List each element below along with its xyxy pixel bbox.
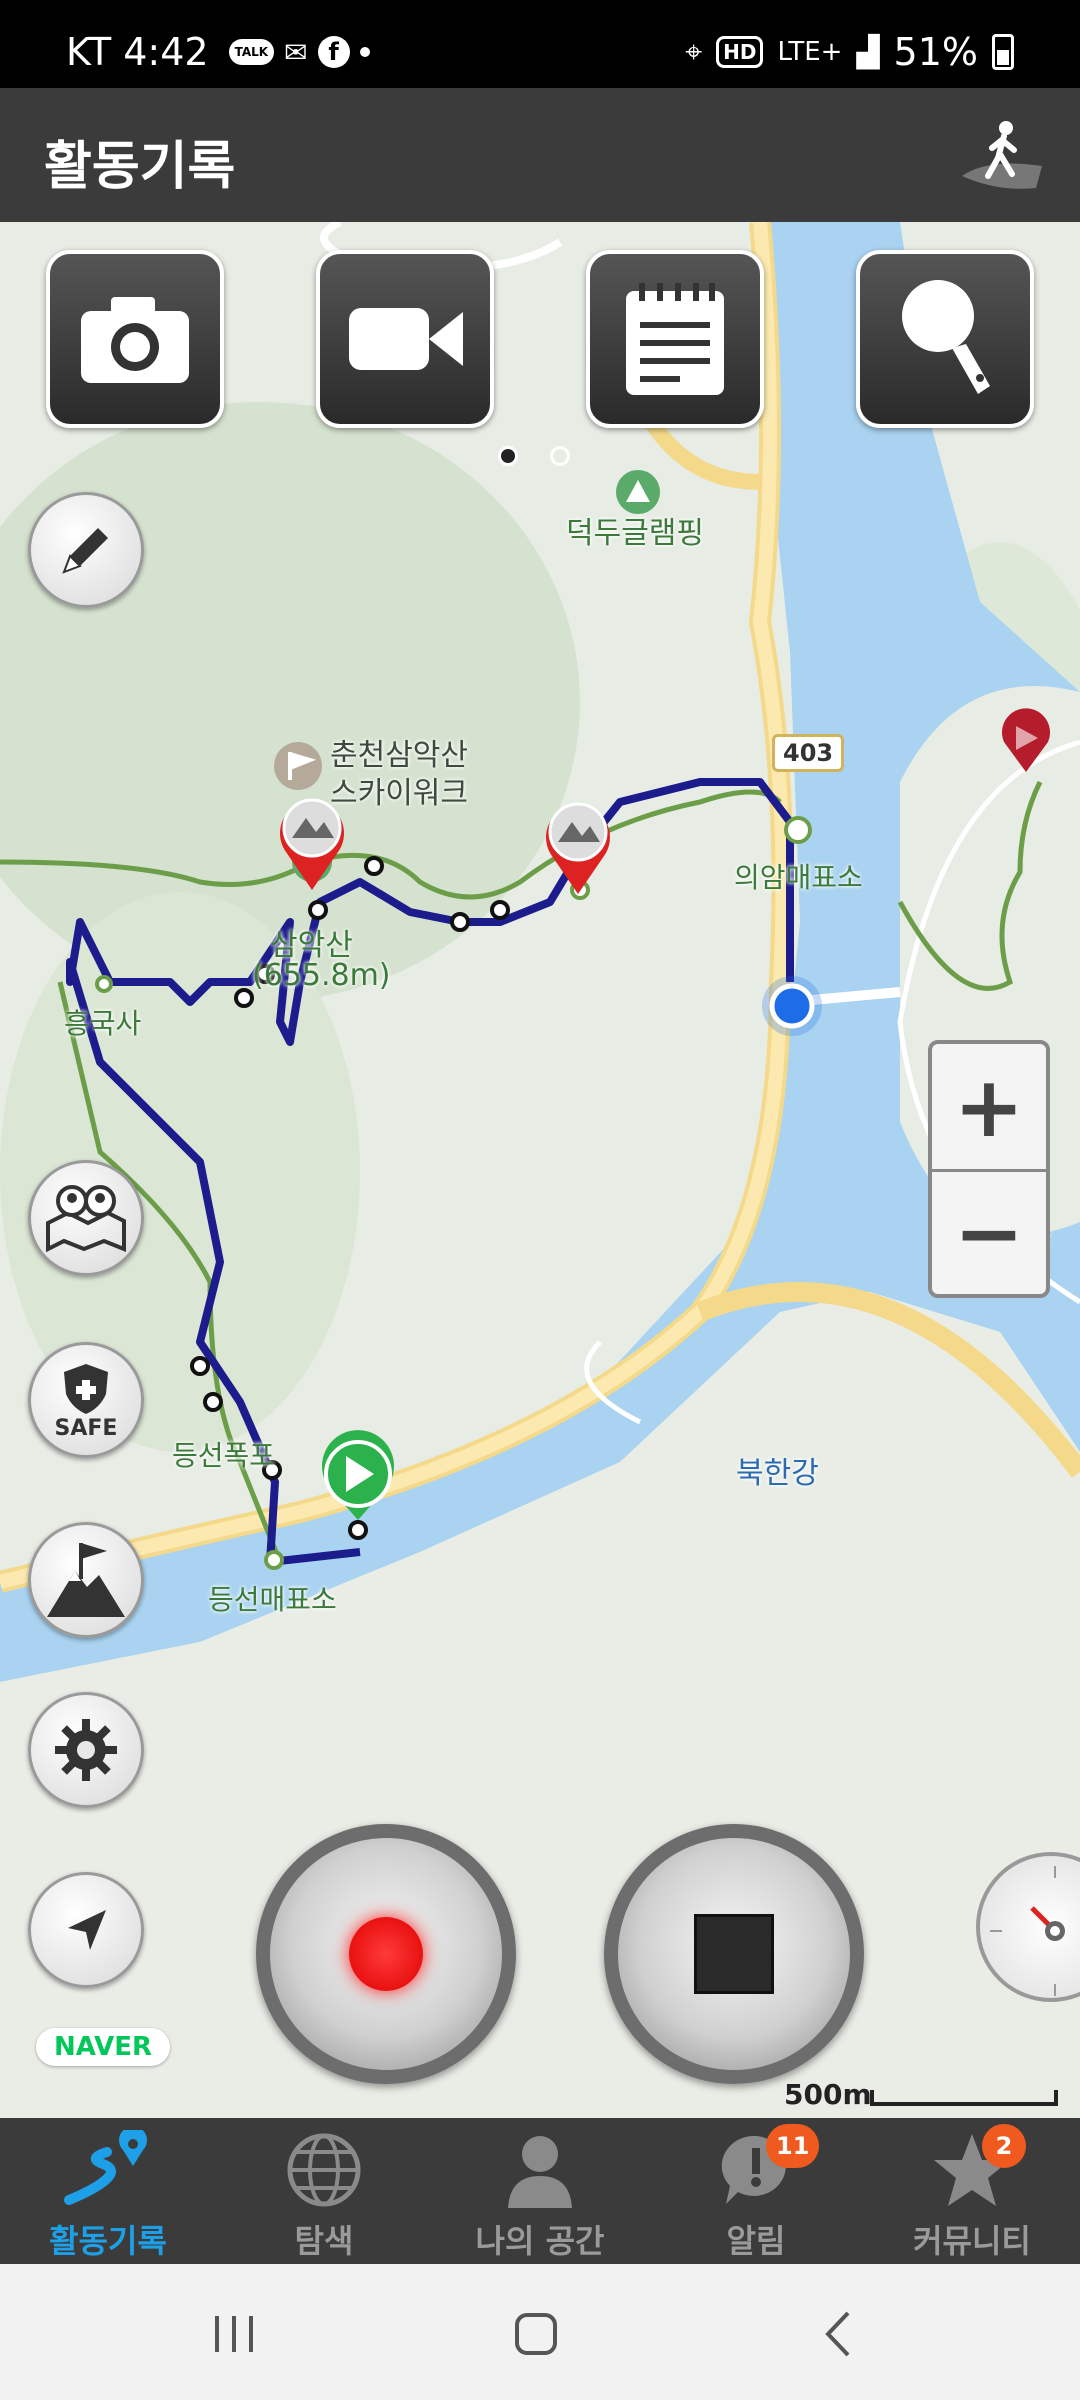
app-header: 활동기록: [0, 88, 1080, 222]
safe-button[interactable]: SAFE: [28, 1342, 144, 1458]
battery-percent: 51%: [893, 30, 978, 74]
label-river: 북한강: [736, 1456, 819, 1491]
edit-button[interactable]: [28, 492, 144, 608]
system-navigation-bar: [0, 2264, 1080, 2400]
microphone-icon: [902, 280, 990, 394]
home-button[interactable]: [506, 2304, 566, 2364]
label-waterfall: 등선폭포: [172, 1439, 276, 1472]
tab-community[interactable]: 2 커뮤니티: [864, 2118, 1080, 2264]
stop-square-icon: [694, 1914, 774, 1994]
zoom-control: + −: [928, 1040, 1050, 1298]
mountain-flag-icon: [47, 1543, 125, 1617]
signal-icon: ▟: [856, 34, 880, 70]
navigation-arrow-icon: [68, 1910, 106, 1950]
label-glamping: 덕두글램핑: [566, 516, 704, 551]
tab-community-label: 커뮤니티: [913, 2222, 1031, 2260]
page-title: 활동기록: [44, 137, 236, 197]
tab-explore-label: 탐색: [294, 2222, 354, 2260]
map-base: [0, 222, 1080, 2118]
battery-icon: [992, 34, 1014, 70]
more-dot-icon: [359, 47, 370, 57]
gear-icon: [55, 1719, 117, 1781]
camera-button[interactable]: [46, 250, 224, 428]
settings-button[interactable]: [28, 1692, 144, 1808]
label-deungseon-ticket: 등선매표소: [208, 1583, 337, 1616]
share-location-button[interactable]: [28, 1160, 144, 1276]
talk-icon: TALK: [228, 39, 275, 65]
compass[interactable]: [976, 1852, 1080, 2002]
compass-icon: [990, 1866, 1065, 1996]
label-skywalk-2: 스카이워크: [330, 776, 468, 811]
notifications-badge: 11: [766, 2124, 820, 2168]
back-button[interactable]: [808, 2304, 868, 2364]
mountain-summit-button[interactable]: [28, 1522, 144, 1638]
page-dot-2[interactable]: [550, 446, 570, 466]
label-uiam-ticket: 의암매표소: [734, 861, 863, 894]
scale-label: 500m: [784, 2078, 872, 2111]
tab-activity-log[interactable]: 활동기록: [0, 2118, 216, 2264]
recent-apps-button[interactable]: [204, 2304, 264, 2364]
tab-notifications-label: 알림: [726, 2222, 786, 2260]
notepad-icon: [626, 283, 724, 395]
shield-plus-icon: [64, 1363, 108, 1414]
hiker-icon[interactable]: [958, 118, 1044, 196]
label-mountain-height: (655.8m): [252, 958, 391, 993]
hd-voice-icon: HD: [716, 36, 764, 68]
recent-apps-icon: [215, 2316, 253, 2352]
notification-icon: ✉: [284, 35, 308, 69]
route-pin-icon: [64, 2130, 147, 2205]
video-button[interactable]: [316, 250, 494, 428]
button-pager: [498, 446, 570, 466]
facebook-icon: f: [317, 36, 350, 68]
tab-notifications[interactable]: 11 알림: [648, 2118, 864, 2264]
record-dot-icon: [349, 1917, 423, 1991]
users-map-icon: [46, 1185, 126, 1253]
globe-icon: [287, 2133, 361, 2207]
community-badge: 2: [982, 2124, 1026, 2168]
tab-my-space-label: 나의 공간: [475, 2222, 605, 2260]
location-icon: ⌖: [685, 34, 703, 70]
user-icon: [508, 2136, 572, 2208]
scale-bar: [870, 2090, 1058, 2106]
stop-button[interactable]: [604, 1824, 864, 2084]
map-view[interactable]: 덕두글램핑 춘천삼악산 스카이워크 삼악산 (655.8m) 흥국사 등선폭포 …: [0, 222, 1080, 2118]
zoom-out-button[interactable]: −: [932, 1169, 1046, 1294]
record-button[interactable]: [256, 1824, 516, 2084]
carrier-time: KT 4:42: [66, 30, 209, 74]
tab-explore[interactable]: 탐색: [216, 2118, 432, 2264]
back-chevron-icon: [825, 2311, 850, 2357]
network-type: LTE+: [777, 37, 843, 67]
video-camera-icon: [349, 308, 463, 370]
tab-my-space[interactable]: 나의 공간: [432, 2118, 648, 2264]
label-temple: 흥국사: [64, 1007, 142, 1040]
memo-button[interactable]: [586, 250, 764, 428]
page-dot-1[interactable]: [498, 446, 518, 466]
voice-record-button[interactable]: [856, 250, 1034, 428]
tab-activity-log-label: 활동기록: [49, 2222, 167, 2260]
road-number-badge: 403: [772, 734, 845, 772]
safe-label: SAFE: [54, 1415, 118, 1441]
naver-logo: NAVER: [36, 2028, 171, 2066]
zoom-in-button[interactable]: +: [932, 1044, 1046, 1169]
status-bar: KT 4:42 TALK ✉ f ⌖ HD LTE+ ▟ 51%: [0, 0, 1080, 88]
my-location-button[interactable]: [28, 1872, 144, 1988]
home-icon: [515, 2313, 557, 2355]
bottom-navigation: 활동기록 탐색 나의 공간 11 알림 2 커뮤니티: [0, 2118, 1080, 2264]
camera-icon: [81, 297, 189, 383]
pencil-icon: [62, 528, 108, 574]
